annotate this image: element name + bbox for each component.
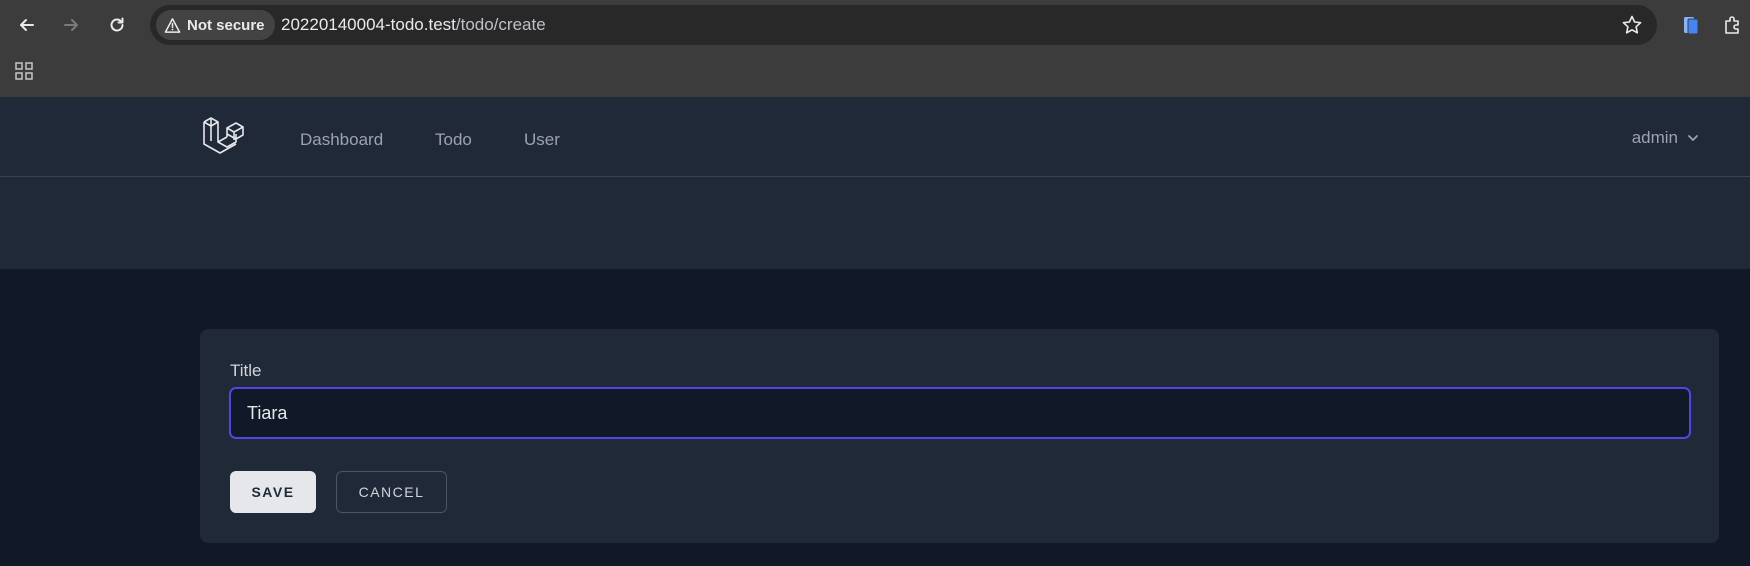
laravel-logo[interactable] xyxy=(201,114,245,158)
bookmarks-bar xyxy=(0,50,1750,97)
user-dropdown[interactable]: admin xyxy=(1632,128,1700,148)
security-chip[interactable]: Not secure xyxy=(156,10,275,40)
url-text[interactable]: 20220140004-todo.test/todo/create xyxy=(281,15,546,35)
warning-triangle-icon xyxy=(164,17,181,33)
cancel-button[interactable]: CANCEL xyxy=(336,471,447,513)
arrow-right-icon xyxy=(64,19,78,31)
url-path: /todo/create xyxy=(455,15,546,34)
reload-icon xyxy=(110,17,124,32)
address-bar[interactable]: Not secure 20220140004-todo.test/todo/cr… xyxy=(150,5,1657,45)
browser-toolbar: Not secure 20220140004-todo.test/todo/cr… xyxy=(0,0,1750,50)
extensions-icon[interactable] xyxy=(1721,13,1745,37)
browser-chrome: Not secure 20220140004-todo.test/todo/cr… xyxy=(0,0,1750,97)
save-button[interactable]: SAVE xyxy=(230,471,316,513)
forward-button[interactable] xyxy=(54,8,88,42)
reading-list-icon[interactable] xyxy=(1679,13,1703,37)
nav-link-user[interactable]: User xyxy=(524,130,560,150)
url-host: 20220140004-todo.test xyxy=(281,15,456,34)
todo-form-card: Title SAVE CANCEL xyxy=(200,329,1719,543)
nav-link-todo[interactable]: Todo xyxy=(435,130,472,150)
star-icon[interactable] xyxy=(1621,14,1643,36)
reload-button[interactable] xyxy=(100,8,134,42)
grid-icon[interactable] xyxy=(14,61,34,81)
back-button[interactable] xyxy=(10,8,44,42)
security-label: Not secure xyxy=(187,16,265,34)
page-header xyxy=(0,177,1750,269)
chevron-down-icon xyxy=(1688,135,1698,141)
title-label: Title xyxy=(230,361,262,380)
app-navbar: Dashboard Todo User admin xyxy=(0,97,1750,177)
nav-link-dashboard[interactable]: Dashboard xyxy=(300,130,383,150)
title-input[interactable] xyxy=(229,387,1691,439)
user-name: admin xyxy=(1631,128,1678,147)
arrow-left-icon xyxy=(20,19,34,31)
